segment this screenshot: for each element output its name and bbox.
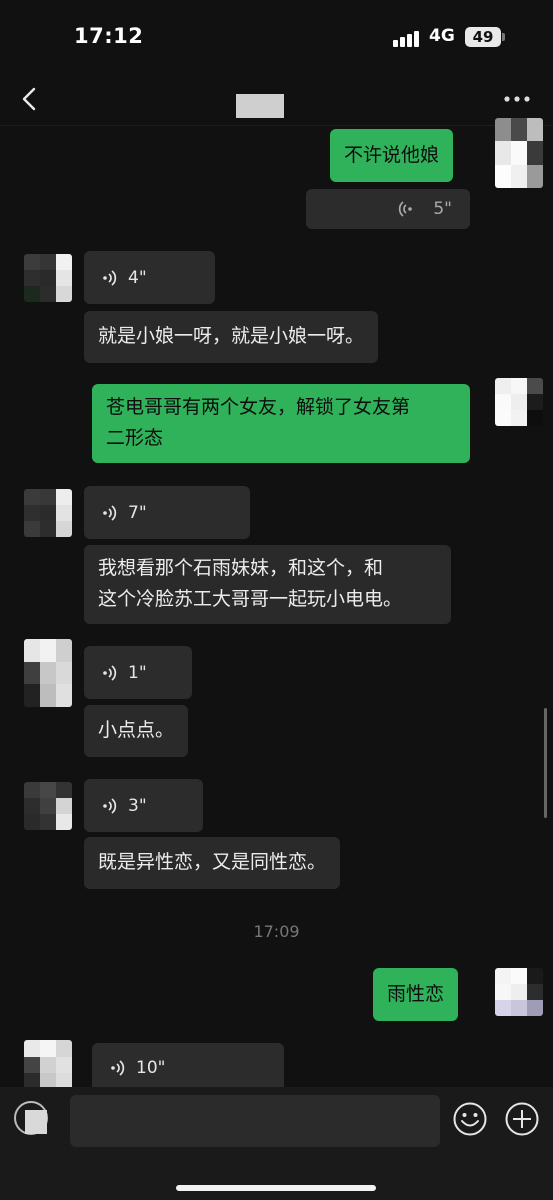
voice-toggle-redacted <box>25 1110 47 1134</box>
battery-tip <box>502 33 505 41</box>
battery-icon: 49 <box>465 27 501 47</box>
voice-duration: 1" <box>128 662 147 683</box>
voice-wave-icon <box>103 797 117 814</box>
voice-wave-icon <box>103 269 117 286</box>
message-text: 不许说他娘 <box>344 144 440 166</box>
message-bubble-received[interactable]: 小点点。 <box>84 705 189 757</box>
message-bubble-received[interactable]: 我想看那个石雨妹妹，和这个，和 这个冷脸苏工大哥哥一起玩小电电。 <box>84 545 451 624</box>
emoji-icon[interactable] <box>452 1101 488 1137</box>
voice-message-received[interactable]: 1" <box>84 646 192 699</box>
contact-avatar[interactable] <box>24 489 72 537</box>
chat-header <box>0 76 553 126</box>
voice-duration: 5" <box>433 199 452 219</box>
network-type: 4G <box>429 26 455 46</box>
message-text-line2: 这个冷脸苏工大哥哥一起玩小电电。 <box>98 588 403 610</box>
plus-icon[interactable] <box>504 1101 540 1137</box>
contact-avatar[interactable] <box>24 1040 72 1090</box>
more-icon[interactable] <box>503 95 531 103</box>
message-text: 就是小娘一呀，就是小娘一呀。 <box>98 325 365 347</box>
message-text: 既是异性恋，又是同性恋。 <box>98 851 327 873</box>
my-avatar[interactable] <box>495 378 543 426</box>
message-text: 雨性恋 <box>387 983 445 1005</box>
message-text-line1: 我想看那个石雨妹妹，和这个，和 <box>98 557 384 579</box>
contact-avatar[interactable] <box>24 782 72 830</box>
input-bar <box>0 1087 553 1200</box>
message-bubble-sent[interactable]: 不许说他娘 <box>330 129 454 182</box>
message-bubble-sent[interactable]: 苍电哥哥有两个女友，解锁了女友第 二形态 <box>92 384 470 463</box>
chat-timestamp: 17:09 <box>253 922 300 941</box>
voice-message-sent[interactable]: 5" <box>306 189 470 229</box>
voice-duration: 7" <box>128 502 147 523</box>
message-text-line1: 苍电哥哥有两个女友，解锁了女友第 <box>106 396 411 418</box>
status-bar: 17:12 4G 49 <box>0 0 553 76</box>
status-time: 17:12 <box>74 24 144 48</box>
voice-wave-icon <box>103 504 117 521</box>
message-bubble-sent[interactable]: 雨性恋 <box>373 968 459 1021</box>
contact-avatar[interactable] <box>24 254 72 302</box>
message-text-line2: 二形态 <box>106 427 164 449</box>
voice-message-received[interactable]: 4" <box>84 251 215 304</box>
message-bubble-received[interactable]: 就是小娘一呀，就是小娘一呀。 <box>84 311 379 363</box>
my-avatar[interactable] <box>495 118 543 188</box>
voice-message-received[interactable]: 10" <box>92 1043 284 1093</box>
voice-wave-icon <box>103 664 117 681</box>
message-bubble-received[interactable]: 既是异性恋，又是同性恋。 <box>84 837 341 889</box>
voice-duration: 10" <box>136 1058 166 1078</box>
message-text: 小点点。 <box>98 719 175 741</box>
voice-duration: 4" <box>128 267 147 288</box>
signal-icon <box>393 31 421 47</box>
my-avatar[interactable] <box>495 968 543 1016</box>
voice-message-received[interactable]: 7" <box>84 486 250 539</box>
home-indicator[interactable] <box>176 1185 376 1191</box>
contact-avatar[interactable] <box>24 639 72 707</box>
voice-wave-icon <box>398 201 412 217</box>
back-arrow-icon[interactable] <box>16 83 44 115</box>
voice-message-received[interactable]: 3" <box>84 779 203 832</box>
chat-title-redacted <box>236 94 284 118</box>
voice-wave-icon <box>111 1060 125 1076</box>
voice-duration: 3" <box>128 795 147 816</box>
scrollbar[interactable] <box>544 708 547 818</box>
message-input[interactable] <box>70 1095 440 1147</box>
